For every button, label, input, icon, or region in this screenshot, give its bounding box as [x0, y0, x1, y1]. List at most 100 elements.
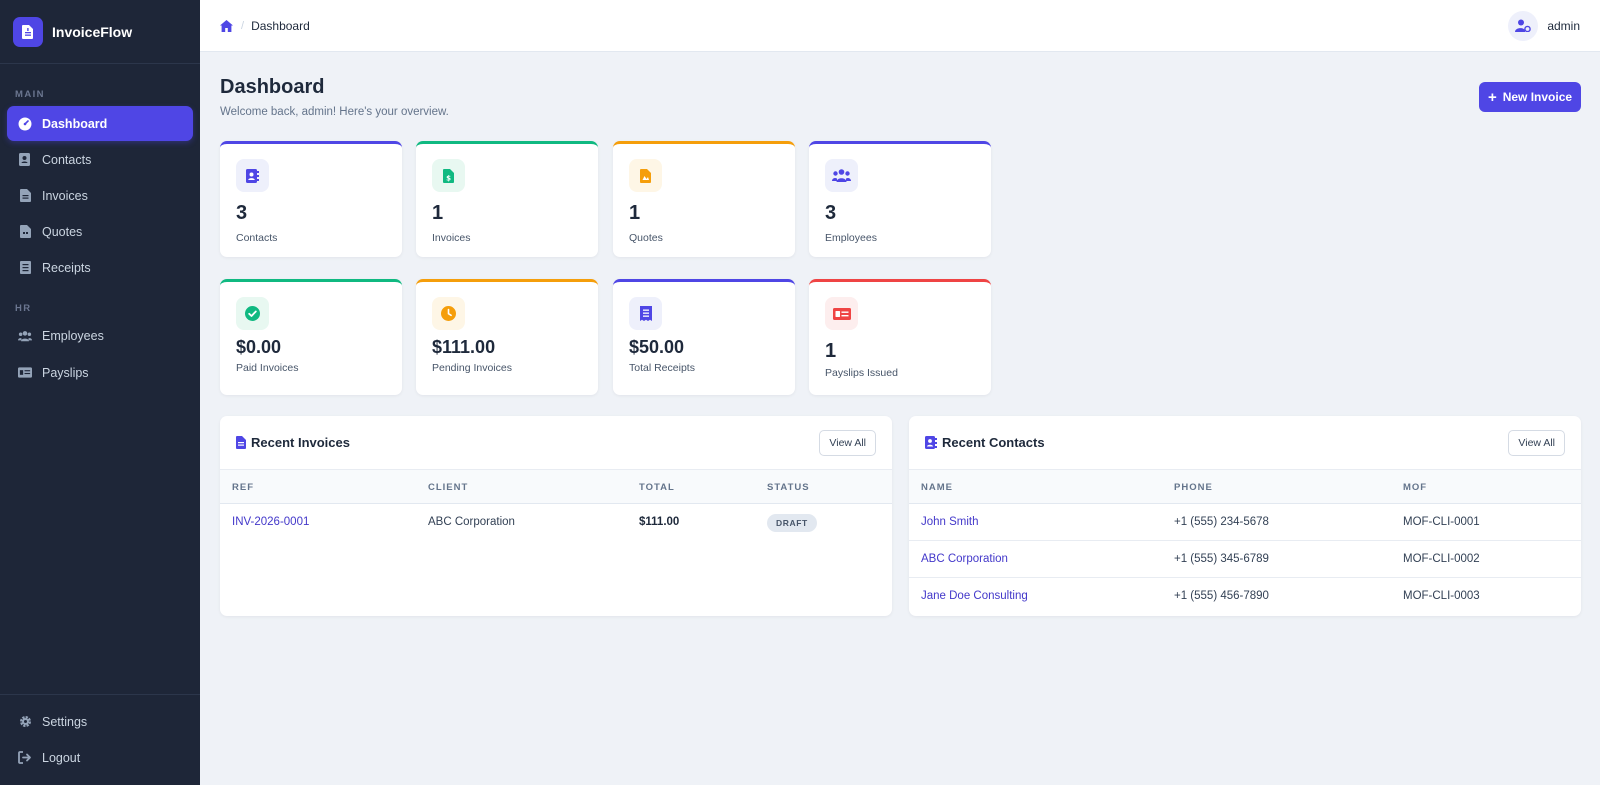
recent-contacts-panel: Recent Contacts View All NAME PHONE MOF …	[909, 416, 1581, 616]
file-invoice-icon	[18, 189, 32, 203]
sidebar-item-label: Dashboard	[42, 116, 108, 131]
table-row[interactable]: ABC Corporation +1 (555) 345-6789 MOF-CL…	[909, 541, 1581, 578]
sidebar-item-dashboard[interactable]: Dashboard	[7, 106, 193, 141]
address-book-icon	[925, 436, 937, 449]
contact-name-link[interactable]: John Smith	[921, 516, 979, 528]
sidebar-item-quotes[interactable]: Quotes	[7, 214, 193, 249]
users-icon	[18, 329, 32, 343]
invoice-client: ABC Corporation	[428, 516, 515, 528]
view-all-invoices-button[interactable]: View All	[819, 429, 876, 456]
panel-title: Recent Invoices	[251, 435, 350, 450]
file-invoice-icon	[236, 436, 246, 449]
column-header[interactable]: NAME	[921, 482, 953, 493]
contact-name-link[interactable]: Jane Doe Consulting	[921, 590, 1028, 602]
gear-icon	[18, 715, 32, 729]
table-row[interactable]: INV-2026-0001 ABC Corporation $111.00 DR…	[220, 504, 892, 541]
contact-mof: MOF-CLI-0002	[1403, 553, 1480, 565]
dashboard-gauge-icon	[18, 117, 32, 131]
stat-label: Pending Invoices	[432, 362, 512, 374]
stat-card-quotes[interactable]: 1 Quotes	[613, 141, 795, 257]
invoice-ref-link[interactable]: INV-2026-0001	[232, 516, 309, 528]
stat-value: $0.00	[236, 337, 282, 357]
column-header[interactable]: REF	[232, 482, 254, 493]
check-circle-icon	[236, 297, 269, 330]
stat-value: $111.00	[432, 337, 496, 357]
stat-value: 3	[236, 202, 248, 224]
contact-mof: MOF-CLI-0003	[1403, 590, 1480, 602]
page-subtitle: Welcome back, admin! Here's your overvie…	[220, 106, 449, 118]
username: admin	[1547, 18, 1580, 33]
recent-invoices-panel: Recent Invoices View All REF CLIENT TOTA…	[220, 416, 892, 616]
page-title: Dashboard	[220, 76, 325, 98]
home-icon[interactable]	[220, 19, 233, 32]
stat-label: Employees	[825, 232, 877, 244]
column-header[interactable]: PHONE	[1174, 482, 1213, 493]
sidebar-item-label: Payslips	[42, 365, 89, 380]
sidebar-item-employees[interactable]: Employees	[7, 318, 193, 353]
stat-value: 1	[629, 202, 641, 224]
contact-phone: +1 (555) 345-6789	[1174, 553, 1269, 565]
column-header[interactable]: CLIENT	[428, 482, 468, 493]
stat-value: $50.00	[629, 337, 685, 357]
column-header[interactable]: MOF	[1403, 482, 1427, 493]
sidebar-item-label: Receipts	[42, 260, 91, 275]
breadcrumb-separator: /	[241, 19, 245, 32]
column-header[interactable]: STATUS	[767, 482, 810, 493]
users-icon	[825, 159, 858, 192]
address-book-icon	[18, 153, 32, 167]
topbar: / Dashboard admin	[200, 0, 1600, 52]
user-menu[interactable]: admin	[1508, 10, 1580, 41]
stat-value: 3	[825, 202, 837, 224]
stat-card-total-receipts[interactable]: $50.00 Total Receipts	[613, 279, 795, 395]
sidebar-item-label: Contacts	[42, 152, 92, 167]
file-invoice-dollar-icon: $	[432, 159, 465, 192]
stat-card-pending-invoices[interactable]: $111.00 Pending Invoices	[416, 279, 598, 395]
table-header: NAME PHONE MOF	[909, 470, 1581, 504]
stat-label: Payslips Issued	[825, 367, 898, 379]
nav-section-hr: HR	[15, 303, 32, 314]
stat-card-contacts[interactable]: 3 Contacts	[220, 141, 402, 257]
sidebar-item-payslips[interactable]: Payslips	[7, 355, 193, 390]
sidebar-item-contacts[interactable]: Contacts	[7, 142, 193, 177]
stat-card-employees[interactable]: 3 Employees	[809, 141, 991, 257]
new-invoice-button[interactable]: + New Invoice	[1479, 82, 1581, 112]
stat-card-payslips-issued[interactable]: 1 Payslips Issued	[809, 279, 991, 395]
sidebar-item-settings[interactable]: Settings	[7, 704, 193, 739]
table-header: REF CLIENT TOTAL STATUS	[220, 470, 892, 504]
invoice-total: $111.00	[639, 516, 680, 528]
column-header[interactable]: TOTAL	[639, 482, 675, 493]
contact-phone: +1 (555) 234-5678	[1174, 516, 1269, 528]
view-all-contacts-button[interactable]: View All	[1508, 429, 1565, 456]
sidebar-item-label: Logout	[42, 750, 81, 765]
sidebar: InvoiceFlow MAIN Dashboard Contacts Invo…	[0, 0, 200, 785]
svg-text:$: $	[446, 174, 451, 182]
status-badge: DRAFT	[767, 514, 817, 532]
file-invoice-icon	[13, 16, 43, 47]
contact-phone: +1 (555) 456-7890	[1174, 590, 1269, 602]
panel-title: Recent Contacts	[942, 435, 1045, 450]
table-row[interactable]: Jane Doe Consulting +1 (555) 456-7890 MO…	[909, 578, 1581, 615]
sidebar-divider	[0, 694, 200, 695]
sidebar-item-receipts[interactable]: Receipts	[7, 250, 193, 285]
stat-label: Paid Invoices	[236, 362, 299, 374]
stat-card-paid-invoices[interactable]: $0.00 Paid Invoices	[220, 279, 402, 395]
contact-name-link[interactable]: ABC Corporation	[921, 553, 1008, 565]
user-gear-icon	[1508, 10, 1539, 41]
file-quote-icon	[18, 225, 32, 239]
sidebar-item-logout[interactable]: Logout	[7, 740, 193, 775]
sidebar-item-label: Quotes	[42, 224, 83, 239]
stat-label: Invoices	[432, 232, 471, 244]
new-invoice-label: New Invoice	[1502, 90, 1573, 104]
plus-icon: +	[1487, 88, 1497, 106]
stat-value: 1	[825, 340, 837, 362]
brand[interactable]: InvoiceFlow	[0, 0, 200, 64]
table-row[interactable]: John Smith +1 (555) 234-5678 MOF-CLI-000…	[909, 504, 1581, 541]
stat-label: Contacts	[236, 232, 278, 244]
nav-section-main: MAIN	[15, 89, 45, 100]
stat-card-invoices[interactable]: $ 1 Invoices	[416, 141, 598, 257]
clock-icon	[432, 297, 465, 330]
sidebar-item-invoices[interactable]: Invoices	[7, 178, 193, 213]
logout-icon	[18, 751, 32, 765]
panel-header: Recent Invoices View All	[220, 416, 892, 470]
stat-label: Total Receipts	[629, 362, 695, 374]
